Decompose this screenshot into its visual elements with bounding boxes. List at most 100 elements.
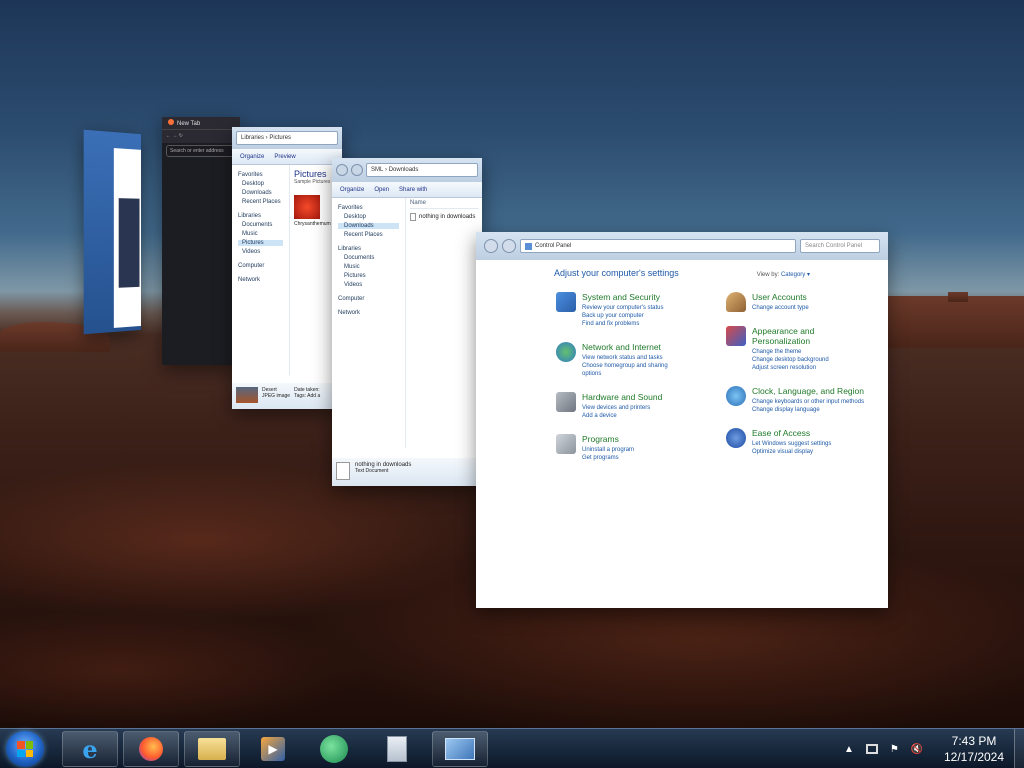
browser-window[interactable]: New Tab ← → ↻ Search or enter address bbox=[162, 117, 240, 365]
users-icon[interactable] bbox=[726, 292, 746, 312]
show-hidden-icons-icon[interactable]: ▲ bbox=[844, 744, 854, 755]
start-button[interactable] bbox=[6, 731, 44, 767]
category-link[interactable]: Uninstall a program bbox=[582, 446, 634, 454]
nav-libraries[interactable]: Libraries bbox=[238, 213, 283, 219]
category-link[interactable]: Change the theme bbox=[752, 348, 866, 356]
nav-favorites[interactable]: Favorites bbox=[238, 172, 283, 178]
appearance-icon[interactable] bbox=[726, 326, 746, 346]
downloads-window[interactable]: SML › Downloads Organize Open Share with… bbox=[332, 158, 482, 486]
background-window[interactable] bbox=[83, 129, 142, 335]
category-link[interactable]: Find and fix problems bbox=[582, 320, 664, 328]
forward-button[interactable] bbox=[502, 239, 516, 253]
nav-computer[interactable]: Computer bbox=[338, 296, 399, 302]
show-desktop-button[interactable] bbox=[1014, 729, 1024, 768]
browser-tab[interactable]: New Tab bbox=[162, 117, 240, 129]
category-link[interactable]: Back up your computer bbox=[582, 312, 664, 320]
forward-button[interactable] bbox=[351, 164, 363, 176]
taskbar-media-player[interactable]: ▶ bbox=[245, 731, 301, 767]
file-row[interactable]: nothing in downloads bbox=[410, 213, 478, 221]
category-title[interactable]: Clock, Language, and Region bbox=[752, 386, 864, 396]
taskbar-document[interactable] bbox=[369, 731, 425, 767]
nav-item-videos[interactable]: Videos bbox=[338, 282, 399, 288]
share-with-button[interactable]: Share with bbox=[399, 187, 427, 193]
category-title[interactable]: Hardware and Sound bbox=[582, 392, 662, 402]
preview-button[interactable]: Preview bbox=[274, 154, 295, 160]
category-link[interactable]: Choose homegroup and sharing options bbox=[582, 362, 686, 378]
organize-button[interactable]: Organize bbox=[340, 187, 364, 193]
nav-item-documents[interactable]: Documents bbox=[238, 222, 283, 228]
category-link[interactable]: Change display language bbox=[752, 406, 864, 414]
globe-network-icon[interactable] bbox=[556, 342, 576, 362]
nav-item-pictures[interactable]: Pictures bbox=[338, 273, 399, 279]
programs-icon[interactable] bbox=[556, 434, 576, 454]
category-link[interactable]: View network status and tasks bbox=[582, 354, 686, 362]
column-name[interactable]: Name bbox=[410, 200, 478, 209]
printer-speaker-icon[interactable] bbox=[556, 392, 576, 412]
details-tags-value[interactable]: Add a bbox=[307, 393, 320, 399]
category-title[interactable]: Ease of Access bbox=[752, 428, 831, 438]
nav-item-music[interactable]: Music bbox=[338, 264, 399, 270]
breadcrumb-libraries[interactable]: Libraries bbox=[241, 135, 264, 141]
action-center-flag-icon[interactable]: ⚑ bbox=[890, 744, 899, 755]
clock[interactable]: 7:43 PM 12/17/2024 bbox=[938, 733, 1010, 765]
search-input[interactable]: Search Control Panel bbox=[800, 239, 880, 253]
pictures-library-window[interactable]: Libraries › Pictures Organize Preview Fa… bbox=[232, 127, 342, 409]
nav-computer[interactable]: Computer bbox=[238, 263, 283, 269]
view-by-dropdown[interactable]: Category bbox=[781, 272, 805, 278]
volume-muted-icon[interactable]: 🔇 bbox=[911, 744, 923, 755]
breadcrumb-user[interactable]: SML bbox=[371, 167, 383, 173]
breadcrumb-downloads[interactable]: Downloads bbox=[389, 167, 419, 173]
category-title[interactable]: System and Security bbox=[582, 292, 664, 302]
network-icon[interactable] bbox=[865, 744, 878, 754]
nav-item-pictures[interactable]: Pictures bbox=[238, 240, 283, 246]
category-title[interactable]: Programs bbox=[582, 434, 634, 444]
chevron-down-icon[interactable]: ▾ bbox=[805, 272, 810, 278]
nav-item-music[interactable]: Music bbox=[238, 231, 283, 237]
category-link[interactable]: Review your computer's status bbox=[582, 304, 664, 312]
category-link[interactable]: Change desktop background bbox=[752, 356, 866, 364]
shield-icon[interactable] bbox=[556, 292, 576, 312]
back-button[interactable] bbox=[336, 164, 348, 176]
category-link[interactable]: Change account type bbox=[752, 304, 809, 312]
nav-item-recent-places[interactable]: Recent Places bbox=[238, 199, 283, 205]
category-link[interactable]: Let Windows suggest settings bbox=[752, 440, 831, 448]
back-button[interactable] bbox=[484, 239, 498, 253]
nav-network[interactable]: Network bbox=[238, 277, 283, 283]
category-link[interactable]: Get programs bbox=[582, 454, 634, 462]
breadcrumb-pictures[interactable]: Pictures bbox=[269, 135, 291, 141]
chrysanthemum-thumbnail[interactable] bbox=[294, 195, 320, 219]
organize-button[interactable]: Organize bbox=[240, 154, 264, 160]
nav-item-recent-places[interactable]: Recent Places bbox=[338, 232, 399, 238]
category-link[interactable]: Adjust screen resolution bbox=[752, 364, 866, 372]
category-title[interactable]: Appearance and Personalization bbox=[752, 326, 866, 346]
back-icon[interactable]: ← bbox=[166, 133, 171, 139]
url-bar[interactable]: Search or enter address bbox=[166, 145, 236, 157]
address-bar[interactable]: Libraries › Pictures bbox=[236, 131, 338, 145]
taskbar-flip3d[interactable] bbox=[432, 731, 488, 767]
nav-item-videos[interactable]: Videos bbox=[238, 249, 283, 255]
nav-favorites[interactable]: Favorites bbox=[338, 205, 399, 211]
nav-item-documents[interactable]: Documents bbox=[338, 255, 399, 261]
reload-icon[interactable]: ↻ bbox=[179, 133, 183, 139]
nav-item-downloads[interactable]: Downloads bbox=[338, 223, 399, 229]
category-title[interactable]: Network and Internet bbox=[582, 342, 686, 352]
category-link[interactable]: View devices and printers bbox=[582, 404, 662, 412]
nav-item-downloads[interactable]: Downloads bbox=[238, 190, 283, 196]
breadcrumb-control-panel[interactable]: Control Panel bbox=[535, 243, 571, 249]
taskbar-chat-app[interactable] bbox=[306, 731, 362, 767]
taskbar-firefox[interactable] bbox=[123, 731, 179, 767]
address-bar[interactable]: SML › Downloads bbox=[366, 163, 478, 177]
category-link[interactable]: Optimize visual display bbox=[752, 448, 831, 456]
nav-libraries[interactable]: Libraries bbox=[338, 246, 399, 252]
nav-network[interactable]: Network bbox=[338, 310, 399, 316]
forward-icon[interactable]: → bbox=[172, 133, 177, 139]
nav-item-desktop[interactable]: Desktop bbox=[238, 181, 283, 187]
category-title[interactable]: User Accounts bbox=[752, 292, 809, 302]
ease-of-access-icon[interactable] bbox=[726, 428, 746, 448]
taskbar-internet-explorer[interactable]: e bbox=[62, 731, 118, 767]
category-link[interactable]: Change keyboards or other input methods bbox=[752, 398, 864, 406]
open-button[interactable]: Open bbox=[374, 187, 389, 193]
control-panel-window[interactable]: Control Panel Search Control Panel Adjus… bbox=[476, 232, 888, 608]
taskbar-file-explorer[interactable] bbox=[184, 731, 240, 767]
address-bar[interactable]: Control Panel bbox=[520, 239, 796, 253]
